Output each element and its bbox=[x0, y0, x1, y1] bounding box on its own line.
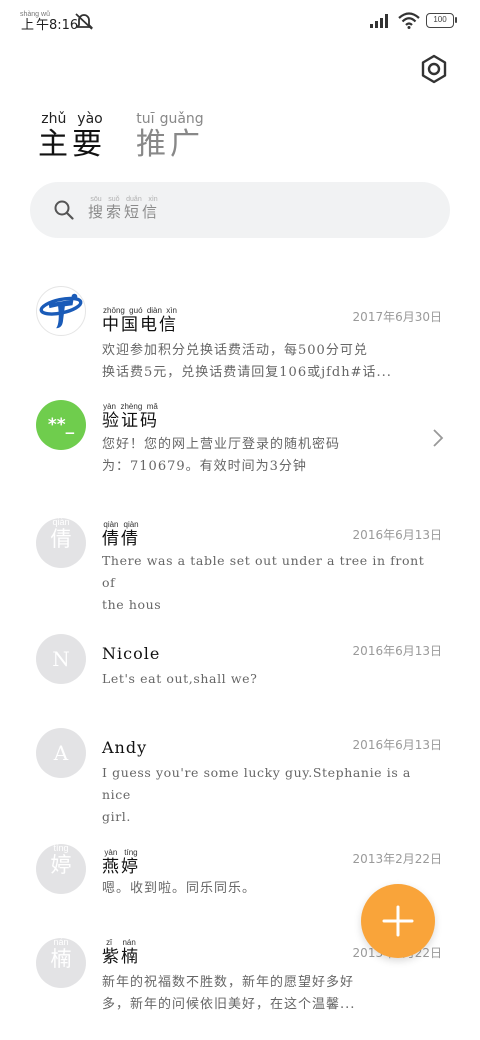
avatar: 楠nán bbox=[36, 938, 86, 988]
status-bar: 上午shàng wǔ8:16 100 bbox=[0, 0, 480, 44]
china-telecom-logo bbox=[36, 286, 86, 336]
mute-icon bbox=[74, 13, 94, 30]
avatar: 倩qiàn bbox=[36, 518, 86, 568]
conversation-row[interactable]: **_ 验证码yàn zhèng mǎ 您好！您的网上营业厅登录的随机密码 为：… bbox=[0, 400, 480, 500]
search-icon bbox=[54, 200, 74, 220]
message-date: 2013年2月22日 bbox=[352, 852, 442, 866]
avatar: 婷tíng bbox=[36, 844, 86, 894]
battery-icon: 100 bbox=[426, 13, 457, 28]
conversation-row[interactable]: N Nicole 2016年6月13日 Let's eat out,shall … bbox=[0, 632, 480, 702]
tab-bar: 主要zhǔ yào 推广tuī guǎng bbox=[38, 111, 204, 163]
message-preview: 欢迎参加积分兑换话费活动，每500分可兑 换话费5元，兑换话费请回复106或jf… bbox=[102, 343, 392, 380]
conversation-row[interactable]: 中国电信zhōng guó diàn xìn 2017年6月30日 欢迎参加积分… bbox=[0, 284, 480, 384]
tab-promotions[interactable]: 推广tuī guǎng bbox=[136, 111, 204, 163]
avatar: **_ bbox=[36, 400, 86, 450]
wifi-icon bbox=[398, 12, 420, 29]
compose-button[interactable] bbox=[361, 884, 435, 958]
message-date: 2017年6月30日 bbox=[352, 310, 442, 324]
message-preview: There was a table set out under a tree i… bbox=[102, 553, 425, 612]
tab-primary[interactable]: 主要zhǔ yào bbox=[38, 111, 106, 163]
message-preview: 新年的祝福数不胜数，新年的愿望好多好 多，新年的问候依旧美好，在这个温馨... bbox=[102, 975, 356, 1012]
avatar: N bbox=[36, 634, 86, 684]
avatar: A bbox=[36, 728, 86, 778]
message-date: 2016年6月13日 bbox=[352, 644, 442, 658]
conversation-row[interactable]: 倩qiàn 倩倩qiàn qiàn 2016年6月13日 There was a… bbox=[0, 518, 480, 612]
contact-name: 倩倩qiàn qiàn bbox=[102, 520, 140, 549]
chevron-right-icon[interactable] bbox=[432, 428, 444, 448]
message-preview: 您好！您的网上营业厅登录的随机密码 为：710679。有效时间为3分钟 bbox=[102, 437, 341, 474]
message-preview: I guess you're some lucky guy.Stephanie … bbox=[102, 765, 411, 824]
contact-name: 紫楠zǐ nán bbox=[102, 938, 140, 967]
message-date: 2016年6月13日 bbox=[352, 738, 442, 752]
status-time: 上午shàng wǔ8:16 bbox=[20, 11, 79, 33]
contact-name: 燕婷yàn tíng bbox=[102, 848, 140, 877]
message-preview: Let's eat out,shall we? bbox=[102, 671, 258, 686]
contact-name: 验证码yàn zhèng mǎ bbox=[102, 402, 159, 431]
plus-icon bbox=[382, 905, 414, 937]
signal-icon bbox=[370, 14, 388, 28]
settings-icon[interactable] bbox=[418, 53, 450, 85]
conversation-row[interactable]: A Andy 2016年6月13日 I guess you're some lu… bbox=[0, 728, 480, 824]
contact-name: Nicole bbox=[102, 644, 161, 663]
contact-name: 中国电信zhōng guó diàn xìn bbox=[102, 306, 178, 335]
contact-name: Andy bbox=[102, 738, 148, 757]
message-date: 2016年6月13日 bbox=[352, 528, 442, 542]
search-bar[interactable]: 搜索短信sōu suǒ duǎn xìn bbox=[30, 182, 450, 238]
search-placeholder: 搜索短信sōu suǒ duǎn xìn bbox=[88, 196, 161, 221]
